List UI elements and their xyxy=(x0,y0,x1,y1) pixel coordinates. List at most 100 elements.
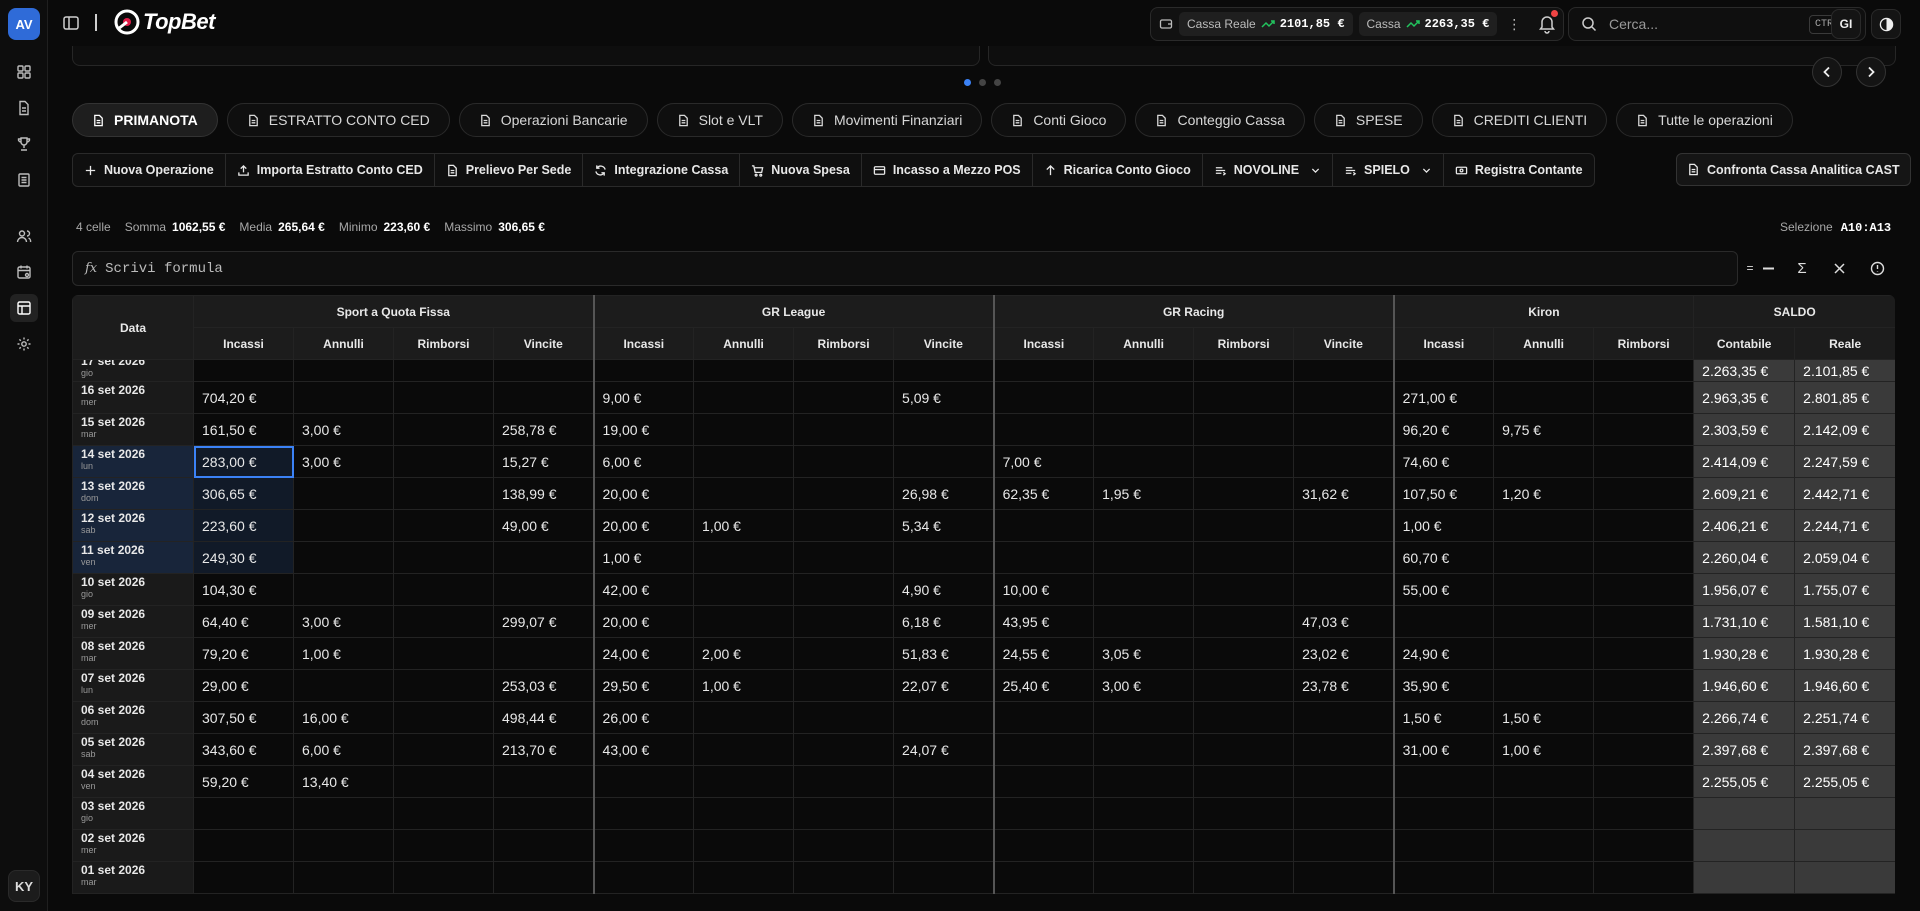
cassa-pill[interactable]: Cassa 2263,35 € xyxy=(1358,12,1498,36)
more-vertical-icon[interactable]: ⋮ xyxy=(1507,16,1521,33)
row-date[interactable]: 14 set 2026 lun xyxy=(72,445,194,478)
column-header-rimborsi[interactable]: Rimborsi xyxy=(793,327,895,360)
carousel-dot[interactable] xyxy=(964,79,971,86)
grid-cell[interactable] xyxy=(693,359,795,382)
grid-cell[interactable] xyxy=(793,861,895,894)
grid-cell[interactable] xyxy=(1593,701,1695,734)
saldo-cell[interactable]: 2.303,59 € xyxy=(1693,413,1796,446)
grid-cell[interactable] xyxy=(492,637,595,670)
novoline-button[interactable]: NOVOLINE xyxy=(1203,154,1334,186)
grid-cell[interactable]: 343,60 € xyxy=(193,733,294,766)
grid-cell[interactable] xyxy=(393,605,494,638)
grid-cell[interactable] xyxy=(693,381,795,414)
grid-cell[interactable]: 23,78 € xyxy=(1293,669,1395,702)
grid-cell[interactable] xyxy=(1093,445,1195,478)
column-header-annulli[interactable]: Annulli xyxy=(1093,327,1195,360)
saldo-cell[interactable]: 1.930,28 € xyxy=(1693,637,1796,670)
grid-cell[interactable] xyxy=(793,797,895,830)
grid-cell[interactable]: 74,60 € xyxy=(1392,445,1495,478)
grid-cell[interactable]: 24,07 € xyxy=(893,733,995,766)
column-header-rimborsi[interactable]: Rimborsi xyxy=(1193,327,1295,360)
saldo-cell[interactable]: 1.956,07 € xyxy=(1693,573,1796,606)
grid-cell[interactable] xyxy=(1193,829,1295,862)
column-header-incassi[interactable]: Incassi xyxy=(193,327,294,360)
saldo-cell[interactable] xyxy=(1693,829,1796,862)
equals-icon[interactable]: = xyxy=(1744,258,1756,278)
grid-cell[interactable]: 22,07 € xyxy=(893,669,995,702)
grid-cell[interactable] xyxy=(793,605,895,638)
grid-cell[interactable] xyxy=(793,573,895,606)
grid-cell[interactable] xyxy=(393,509,494,542)
grid-cell[interactable] xyxy=(393,701,494,734)
grid-cell[interactable]: 96,20 € xyxy=(1392,413,1495,446)
grid-cell[interactable]: 3,00 € xyxy=(293,445,394,478)
grid-cell[interactable]: 24,55 € xyxy=(992,637,1095,670)
grid-cell[interactable]: 55,00 € xyxy=(1392,573,1495,606)
carousel-dot[interactable] xyxy=(994,79,1001,86)
column-header-incassi[interactable]: Incassi xyxy=(592,327,695,360)
saldo-cell[interactable]: 2.247,59 € xyxy=(1794,445,1895,478)
grid-cell[interactable] xyxy=(1392,797,1495,830)
tab-tutte-le-operazioni[interactable]: Tutte le operazioni xyxy=(1616,103,1793,137)
saldo-cell[interactable]: 2.255,05 € xyxy=(1693,765,1796,798)
column-header-vincite[interactable]: Vincite xyxy=(893,327,995,360)
grid-cell[interactable] xyxy=(1493,861,1595,894)
grid-cell[interactable] xyxy=(1493,509,1595,542)
saldo-cell[interactable]: 2.260,04 € xyxy=(1693,541,1796,574)
grid-cell[interactable] xyxy=(393,637,494,670)
saldo-cell[interactable] xyxy=(1693,797,1796,830)
grid-cell[interactable] xyxy=(393,413,494,446)
grid-cell[interactable] xyxy=(1593,797,1695,830)
saldo-cell[interactable]: 2.963,35 € xyxy=(1693,381,1796,414)
grid-cell[interactable]: 1,95 € xyxy=(1093,477,1195,510)
grid-cell[interactable] xyxy=(992,765,1095,798)
grid-cell[interactable]: 20,00 € xyxy=(592,509,695,542)
grid-cell[interactable] xyxy=(992,509,1095,542)
column-header-rimborsi[interactable]: Rimborsi xyxy=(1593,327,1695,360)
grid-cell[interactable]: 249,30 € xyxy=(193,541,294,574)
grid-cell[interactable]: 104,30 € xyxy=(193,573,294,606)
grid-cell[interactable] xyxy=(1593,765,1695,798)
grid-cell[interactable] xyxy=(592,829,695,862)
spreadsheet-icon[interactable] xyxy=(10,294,38,322)
grid-cell[interactable]: 3,00 € xyxy=(293,413,394,446)
grid-cell[interactable] xyxy=(1093,701,1195,734)
carousel-dot[interactable] xyxy=(979,79,986,86)
saldo-cell[interactable]: 2.406,21 € xyxy=(1693,509,1796,542)
grid-cell[interactable] xyxy=(1293,381,1395,414)
grid-cell[interactable] xyxy=(393,861,494,894)
grid-cell[interactable] xyxy=(492,861,595,894)
grid-cell[interactable]: 35,90 € xyxy=(1392,669,1495,702)
grid-cell[interactable] xyxy=(793,669,895,702)
grid-cell[interactable] xyxy=(992,541,1095,574)
grid-cell[interactable]: 49,00 € xyxy=(492,509,595,542)
grid-cell[interactable] xyxy=(1392,605,1495,638)
grid-cell[interactable] xyxy=(1392,829,1495,862)
settings-icon[interactable] xyxy=(10,330,38,358)
trophy-icon[interactable] xyxy=(10,130,38,158)
grid-cell[interactable] xyxy=(1093,413,1195,446)
grid-cell[interactable]: 223,60 € xyxy=(193,509,294,542)
grid-cell[interactable] xyxy=(992,359,1095,382)
grid-cell[interactable] xyxy=(1493,829,1595,862)
saldo-cell[interactable]: 2.059,04 € xyxy=(1794,541,1895,574)
tab-slot-e-vlt[interactable]: Slot e VLT xyxy=(656,103,783,137)
row-date[interactable]: 04 set 2026 ven xyxy=(72,765,194,798)
grid-cell[interactable]: 60,70 € xyxy=(1392,541,1495,574)
grid-cell[interactable] xyxy=(1093,829,1195,862)
column-header-rimborsi[interactable]: Rimborsi xyxy=(393,327,494,360)
saldo-cell[interactable]: 2.251,74 € xyxy=(1794,701,1895,734)
grid-cell[interactable]: 138,99 € xyxy=(492,477,595,510)
grid-cell[interactable] xyxy=(893,445,995,478)
grid-cell[interactable] xyxy=(693,733,795,766)
incasso-a-mezzo-pos-button[interactable]: Incasso a Mezzo POS xyxy=(862,154,1033,186)
grid-cell[interactable]: 43,00 € xyxy=(592,733,695,766)
grid-cell[interactable] xyxy=(1293,413,1395,446)
grid-cell[interactable] xyxy=(893,829,995,862)
grid-cell[interactable]: 258,78 € xyxy=(492,413,595,446)
grid-cell[interactable] xyxy=(492,381,595,414)
grid-cell[interactable] xyxy=(1593,381,1695,414)
grid-cell[interactable] xyxy=(793,733,895,766)
grid-cell[interactable] xyxy=(1193,413,1295,446)
grid-cell[interactable] xyxy=(693,797,795,830)
